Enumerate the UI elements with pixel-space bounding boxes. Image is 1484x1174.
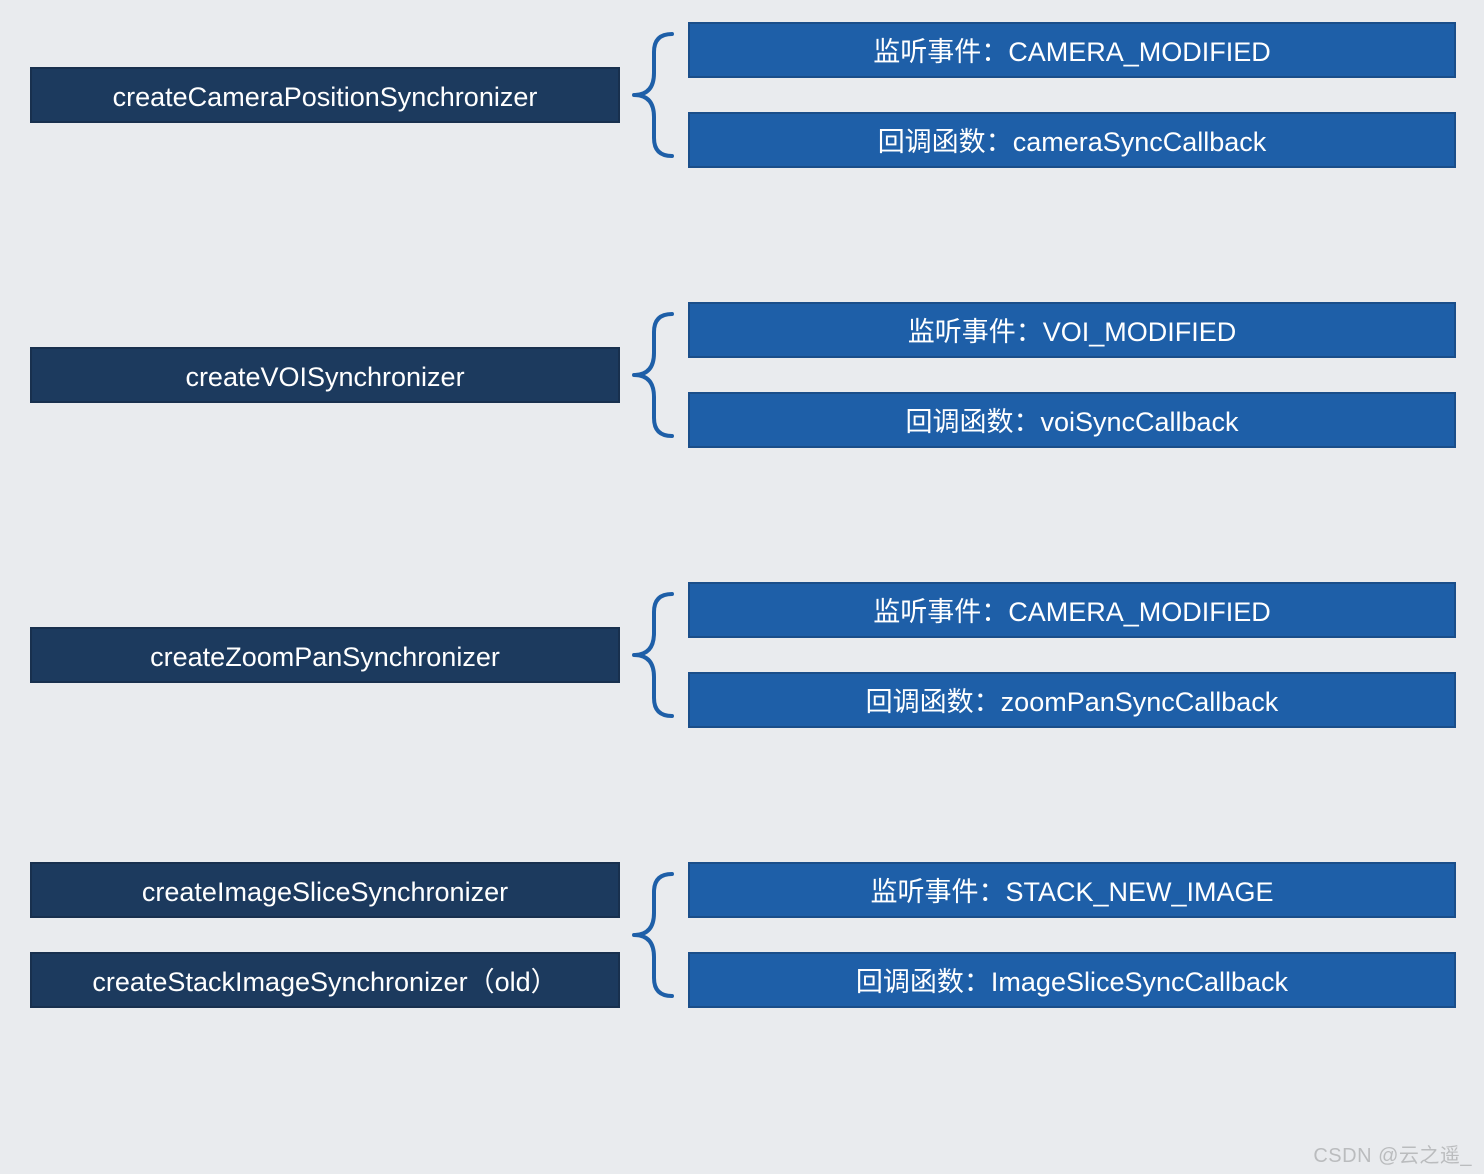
- zoom-pan-event-box-label: 监听事件：: [873, 597, 1008, 627]
- left-col-image-slice: createImageSliceSynchronizer createStackI…: [30, 862, 620, 1008]
- image-slice-event-box-value: STACK_NEW_IMAGE: [1005, 877, 1273, 907]
- left-col-voi: createVOISynchronizer: [30, 347, 620, 403]
- voi-sync-box: createVOISynchronizer: [30, 347, 620, 403]
- watermark: CSDN @云之遥_: [1313, 1139, 1472, 1168]
- right-col-image-slice: 监听事件：STACK_NEW_IMAGE 回调函数：ImageSliceSyncC…: [688, 862, 1456, 1008]
- brace-voi: [632, 302, 688, 448]
- camera-position-sync-box: createCameraPositionSynchronizer: [30, 67, 620, 123]
- stack-image-sync-box: createStackImageSynchronizer（old）: [30, 952, 620, 1008]
- zoom-pan-sync-box: createZoomPanSynchronizer: [30, 627, 620, 683]
- left-col-camera-position: createCameraPositionSynchronizer: [30, 67, 620, 123]
- group-camera-position: createCameraPositionSynchronizer 监听事件：CA…: [0, 22, 1484, 168]
- image-slice-callback-box-value: ImageSliceSyncCallback: [991, 967, 1288, 997]
- voi-callback-box-label: 回调函数：: [905, 407, 1040, 437]
- group-image-slice: createImageSliceSynchronizer createStackI…: [0, 862, 1484, 1008]
- image-slice-callback-box-label: 回调函数：: [856, 967, 991, 997]
- zoom-pan-callback-box: 回调函数：zoomPanSyncCallback: [688, 672, 1456, 728]
- image-slice-sync-box: createImageSliceSynchronizer: [30, 862, 620, 918]
- camera-position-callback-box-label: 回调函数：: [878, 127, 1013, 157]
- voi-event-box-value: VOI_MODIFIED: [1043, 317, 1237, 347]
- voi-callback-box: 回调函数：voiSyncCallback: [688, 392, 1456, 448]
- zoom-pan-callback-box-label: 回调函数：: [866, 687, 1001, 717]
- voi-callback-box-value: voiSyncCallback: [1040, 407, 1238, 437]
- voi-event-box-label: 监听事件：: [908, 317, 1043, 347]
- camera-position-callback-box: 回调函数：cameraSyncCallback: [688, 112, 1456, 168]
- camera-position-event-box-value: CAMERA_MODIFIED: [1008, 37, 1271, 67]
- right-col-zoom-pan: 监听事件：CAMERA_MODIFIED 回调函数：zoomPanSyncCall…: [688, 582, 1456, 728]
- zoom-pan-event-box: 监听事件：CAMERA_MODIFIED: [688, 582, 1456, 638]
- right-col-camera-position: 监听事件：CAMERA_MODIFIED 回调函数：cameraSyncCallb…: [688, 22, 1456, 168]
- image-slice-event-box-label: 监听事件：: [870, 877, 1005, 907]
- group-voi: createVOISynchronizer 监听事件：VOI_MODIFIED 回…: [0, 302, 1484, 448]
- image-slice-callback-box: 回调函数：ImageSliceSyncCallback: [688, 952, 1456, 1008]
- camera-position-event-box-label: 监听事件：: [873, 37, 1008, 67]
- brace-zoom-pan: [632, 582, 688, 728]
- voi-event-box: 监听事件：VOI_MODIFIED: [688, 302, 1456, 358]
- left-col-zoom-pan: createZoomPanSynchronizer: [30, 627, 620, 683]
- group-zoom-pan: createZoomPanSynchronizer 监听事件：CAMERA_MO…: [0, 582, 1484, 728]
- camera-position-callback-box-value: cameraSyncCallback: [1013, 127, 1267, 157]
- camera-position-event-box: 监听事件：CAMERA_MODIFIED: [688, 22, 1456, 78]
- brace-camera-position: [632, 22, 688, 168]
- right-col-voi: 监听事件：VOI_MODIFIED 回调函数：voiSyncCallback: [688, 302, 1456, 448]
- image-slice-event-box: 监听事件：STACK_NEW_IMAGE: [688, 862, 1456, 918]
- zoom-pan-event-box-value: CAMERA_MODIFIED: [1008, 597, 1271, 627]
- brace-image-slice: [632, 862, 688, 1008]
- zoom-pan-callback-box-value: zoomPanSyncCallback: [1001, 687, 1279, 717]
